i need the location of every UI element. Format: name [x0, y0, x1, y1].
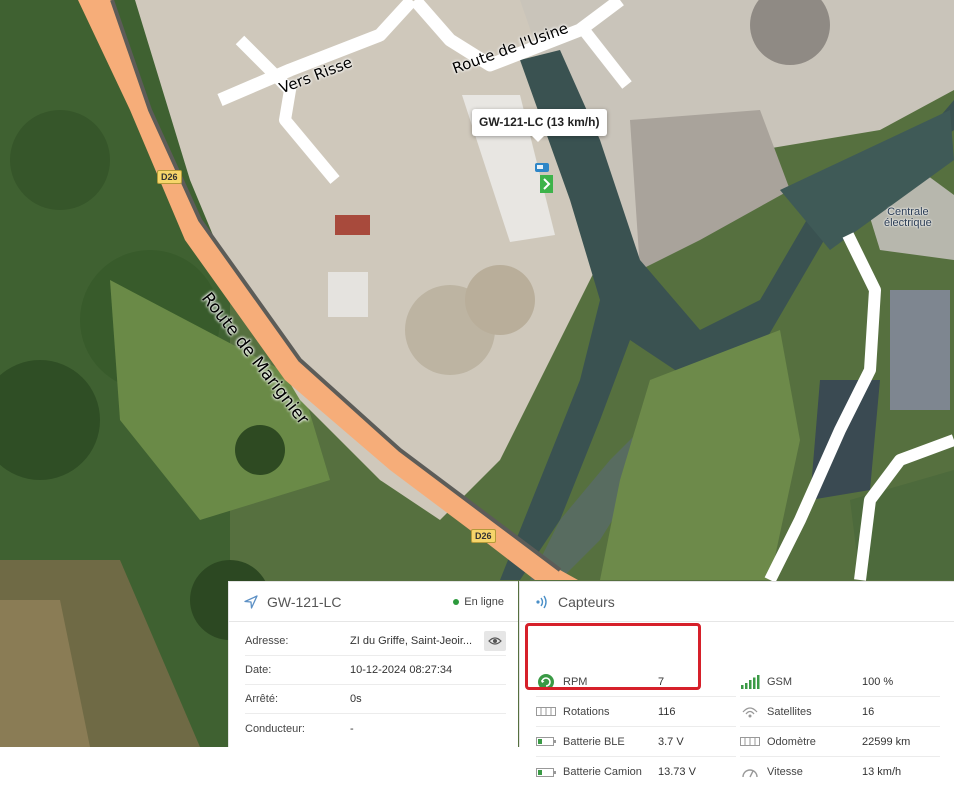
info-label: Adresse:	[245, 635, 289, 647]
sensor-waves-icon	[536, 595, 547, 608]
sensor-row-satellites: Satellites 16	[740, 697, 940, 727]
sensor-row-gsm: GSM 100 %	[740, 667, 940, 697]
sensor-label: RPM	[563, 675, 588, 688]
sensor-label: Batterie Camion	[563, 766, 642, 778]
vehicle-panel-title: GW-121-LC	[267, 593, 342, 610]
info-label: Date:	[245, 664, 272, 676]
eye-icon	[488, 637, 502, 645]
vehicle-marker[interactable]	[533, 163, 559, 195]
info-row-address: Adresse: ZI du Griffe, Saint-Jeoir...	[245, 627, 506, 656]
info-row-stopped: Arrêté: 0s	[245, 685, 506, 714]
sensor-value: 3.7 V	[658, 735, 684, 748]
sensor-row-truck-battery: Batterie Camion 13.73 V	[536, 757, 736, 787]
place-label-centrale: Centrale électrique	[884, 207, 932, 229]
vehicle-status: En ligne	[453, 596, 504, 608]
sensor-row-rpm: RPM 7	[536, 667, 736, 697]
info-row-driver: Conducteur: -	[245, 714, 506, 743]
speedometer-icon	[740, 765, 760, 779]
sensor-label: Odomètre	[767, 735, 816, 748]
sensor-label: GSM	[767, 675, 793, 688]
sensor-label: Rotations	[563, 705, 610, 718]
info-row-date: Date: 10-12-2024 08:27:34	[245, 656, 506, 685]
info-value-date: 10-12-2024 08:27:34	[350, 664, 453, 676]
info-value-driver: -	[350, 722, 354, 735]
sensor-value: 13.73 V	[658, 766, 696, 778]
sensor-label: Satellites	[767, 705, 812, 718]
rpm-icon	[536, 673, 556, 690]
truck-marker-icon	[535, 163, 553, 193]
info-value-address: ZI du Griffe, Saint-Jeoir...	[350, 635, 473, 647]
sensor-label: Vitesse	[767, 766, 803, 778]
sensor-value: 22599 km	[862, 735, 911, 748]
vehicle-panel-header: GW-121-LC En ligne	[229, 582, 518, 622]
counter-icon	[536, 705, 556, 719]
place-label-line-2: électrique	[884, 217, 932, 229]
sensors-panel-title: Capteurs	[558, 593, 615, 610]
sensor-value: 7	[658, 675, 665, 688]
sensor-row-speed: Vitesse 13 km/h	[740, 757, 940, 787]
sensor-row-odometer: Odomètre 22599 km	[740, 727, 940, 757]
road-shield-d26: D26	[157, 170, 182, 184]
satellite-icon	[740, 705, 760, 719]
signal-bars-icon	[740, 674, 760, 689]
battery-icon	[536, 765, 556, 779]
sensor-row-rotations: Rotations 116	[536, 697, 736, 727]
navigation-arrow-icon	[244, 594, 258, 609]
sensor-label: Batterie BLE	[563, 735, 625, 748]
info-label: Conducteur:	[245, 722, 305, 735]
road-shield-d26: D26	[471, 529, 496, 543]
sensors-panel-header: Capteurs	[520, 582, 954, 622]
online-dot-icon	[453, 598, 460, 605]
sensor-value: 116	[658, 705, 676, 718]
info-value-stopped: 0s	[350, 693, 362, 705]
battery-icon	[536, 735, 556, 749]
info-label: Arrêté:	[245, 693, 279, 705]
vehicle-status-label: En ligne	[464, 595, 504, 608]
show-address-button[interactable]	[484, 631, 506, 651]
counter-icon	[740, 735, 760, 749]
sensors-panel: Capteurs RPM 7 Rotations 116 Batterie BL…	[519, 581, 954, 778]
sensor-value: 13 km/h	[862, 766, 902, 778]
sensor-value: 16	[862, 705, 875, 718]
sensor-row-ble-battery: Batterie BLE 3.7 V	[536, 727, 736, 757]
sensor-value: 100 %	[862, 675, 894, 688]
vehicle-tooltip: GW-121-LC (13 km/h)	[472, 109, 607, 142]
vehicle-info-panel: GW-121-LC En ligne Adresse: ZI du Griffe…	[228, 581, 518, 747]
